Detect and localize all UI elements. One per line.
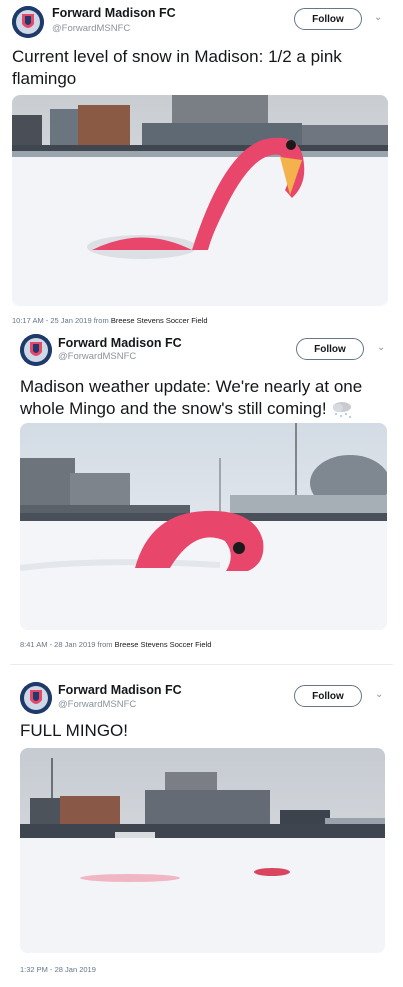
chevron-down-icon[interactable]: ⌄ — [377, 342, 385, 353]
timestamp-text[interactable]: 10:17 AM - 25 Jan 2019 from — [12, 316, 109, 325]
tweet-card: Forward Madison FC @ForwardMSNFC Follow … — [0, 330, 403, 670]
avatar[interactable] — [12, 6, 44, 38]
club-crest-icon — [20, 682, 52, 714]
avatar[interactable] — [20, 334, 52, 366]
tweet-timestamp[interactable]: 1:32 PM - 28 Jan 2019 — [20, 965, 96, 974]
tweet-card: Forward Madison FC @ForwardMSNFC Follow … — [0, 0, 403, 330]
cloud-snow-icon — [331, 401, 353, 419]
display-name[interactable]: Forward Madison FC — [58, 683, 182, 697]
divider — [10, 664, 393, 665]
chevron-down-icon[interactable]: ⌄ — [375, 689, 383, 700]
club-crest-icon — [20, 334, 52, 366]
follow-button[interactable]: Follow — [294, 685, 362, 707]
display-name[interactable]: Forward Madison FC — [58, 336, 182, 350]
photo-flamingo-almost — [20, 423, 387, 630]
tweet-timestamp[interactable]: 8:41 AM - 28 Jan 2019 from Breese Steven… — [20, 640, 211, 649]
avatar[interactable] — [20, 682, 52, 714]
user-handle[interactable]: @ForwardMSNFC — [58, 351, 136, 362]
follow-button[interactable]: Follow — [294, 8, 362, 30]
tweet-text: Current level of snow in Madison: 1/2 a … — [12, 47, 342, 88]
timestamp-text[interactable]: 8:41 AM - 28 Jan 2019 from — [20, 640, 113, 649]
club-crest-icon — [12, 6, 44, 38]
timestamp-text[interactable]: 1:32 PM - 28 Jan 2019 — [20, 965, 96, 974]
follow-button[interactable]: Follow — [296, 338, 364, 360]
user-handle[interactable]: @ForwardMSNFC — [58, 699, 136, 710]
tweet-text: Madison weather update: We're nearly at … — [20, 376, 395, 420]
location-link[interactable]: Breese Stevens Soccer Field — [115, 640, 212, 649]
tweet-timestamp[interactable]: 10:17 AM - 25 Jan 2019 from Breese Steve… — [12, 316, 208, 325]
tweet-photo[interactable] — [12, 95, 388, 306]
tweet-text-body: Madison weather update: We're nearly at … — [20, 377, 363, 418]
chevron-down-icon[interactable]: ⌄ — [374, 12, 382, 23]
tweet-photo[interactable] — [20, 748, 385, 953]
photo-flamingo-buried — [20, 748, 385, 953]
tweet-card: Forward Madison FC @ForwardMSNFC Follow … — [0, 670, 403, 987]
tweet-photo[interactable] — [20, 423, 387, 630]
tweet-text: FULL MINGO! — [20, 721, 128, 740]
user-handle[interactable]: @ForwardMSNFC — [52, 23, 130, 34]
photo-flamingo-half — [12, 95, 388, 306]
display-name[interactable]: Forward Madison FC — [52, 6, 176, 20]
location-link[interactable]: Breese Stevens Soccer Field — [111, 316, 208, 325]
